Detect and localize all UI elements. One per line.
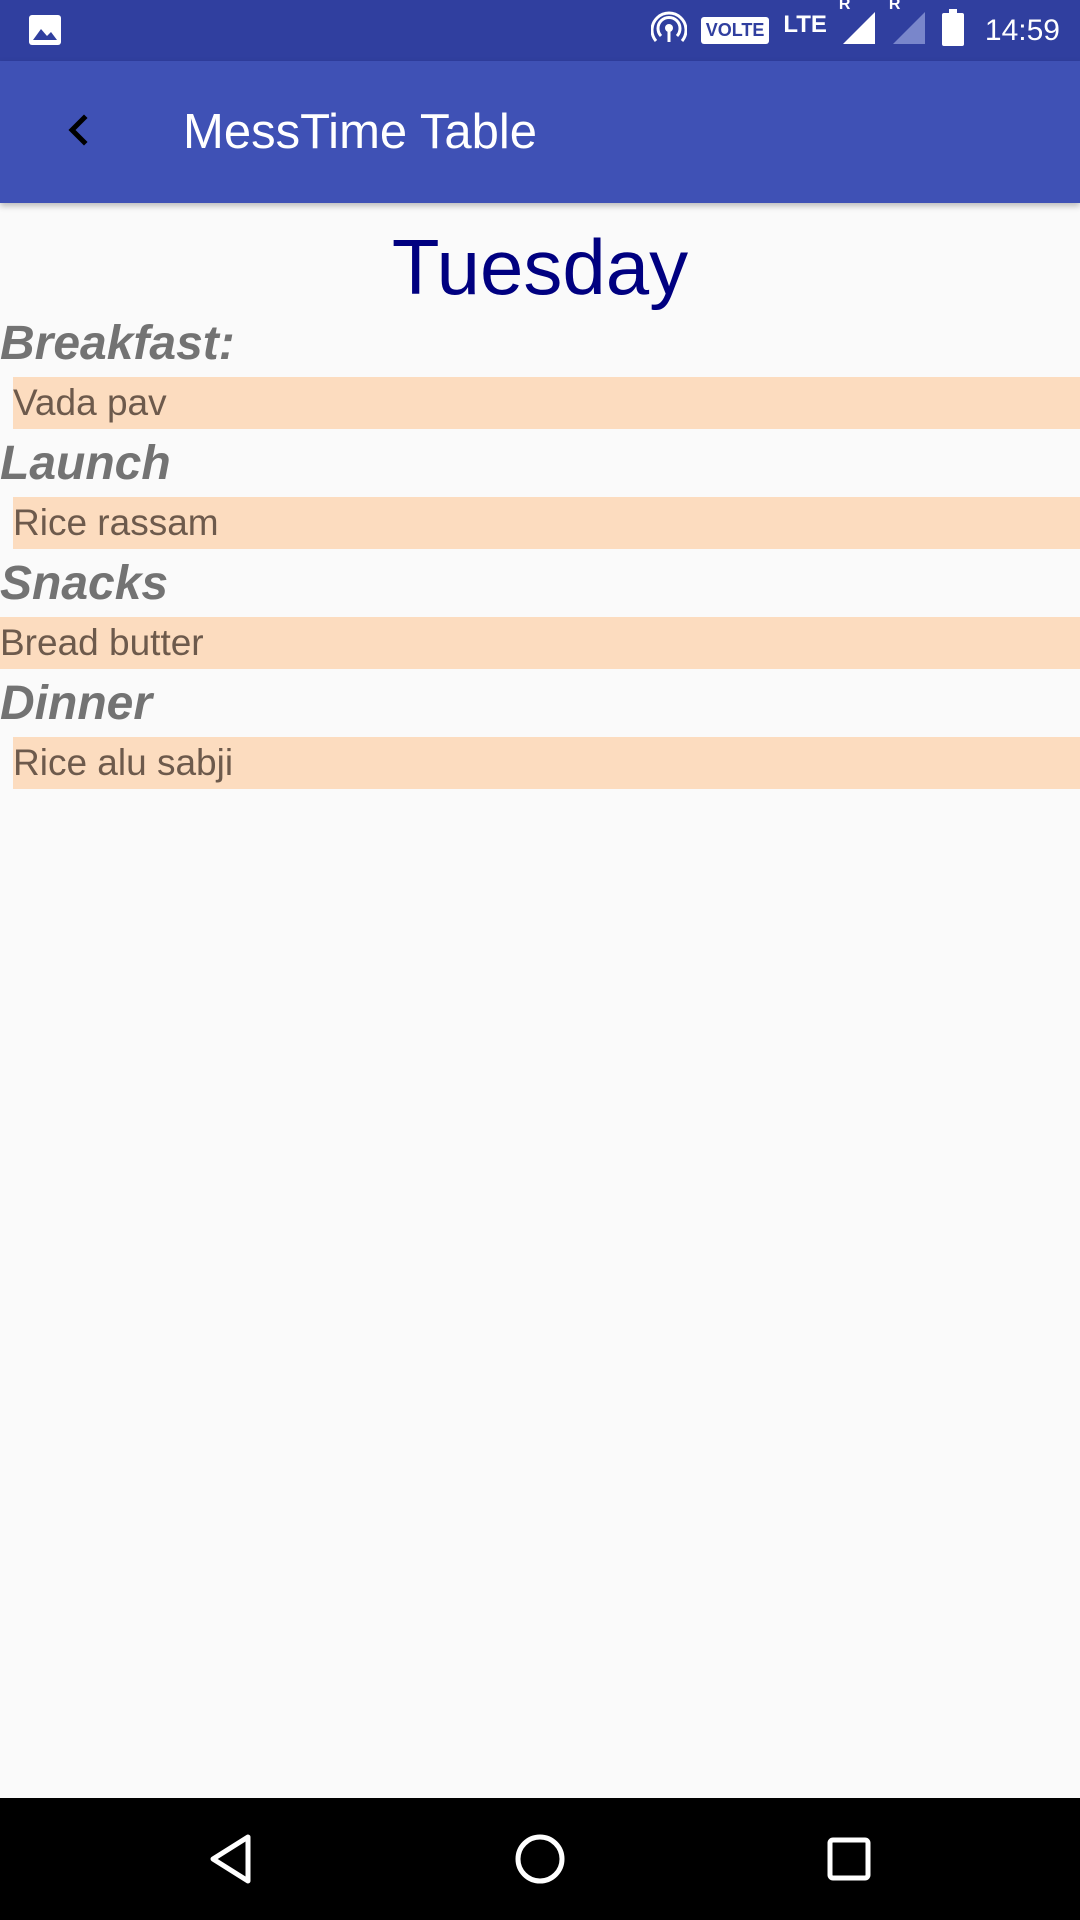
nav-back-button[interactable] (201, 1829, 261, 1889)
meal-label-breakfast: Breakfast: (0, 317, 235, 370)
meal-value-lunch: Rice rassam (13, 497, 1080, 549)
signal-icon-2: R (889, 0, 927, 51)
hotspot-icon (650, 10, 688, 51)
app-bar: MessTime Table (0, 61, 1080, 203)
nav-back-icon (210, 1834, 251, 1884)
nav-home-icon (515, 1834, 565, 1884)
meal-label-lunch: Launch (0, 437, 171, 490)
roaming-indicator-2: R (888, 0, 901, 13)
back-button[interactable] (44, 98, 112, 166)
nav-recents-button[interactable] (819, 1829, 879, 1889)
back-arrow-icon (58, 110, 98, 155)
network-type: LTE (783, 10, 827, 38)
status-bar: VOLTE LTE R R 14:59 (0, 0, 1080, 61)
navigation-bar (0, 1798, 1080, 1920)
day-title: Tuesday (391, 223, 689, 311)
volte-badge: VOLTE (700, 17, 770, 44)
nav-recents-icon (827, 1837, 871, 1881)
image-notification-icon (28, 14, 62, 51)
mess-timetable: Tuesday Breakfast: Vada pav Launch Rice … (0, 203, 1080, 795)
battery-icon (941, 9, 965, 52)
meal-value-breakfast: Vada pav (13, 377, 1080, 429)
signal-icon: R (839, 0, 877, 51)
app-title: MessTime Table (183, 105, 538, 159)
nav-home-button[interactable] (510, 1829, 570, 1889)
meal-label-dinner: Dinner (0, 677, 153, 730)
clock: 14:59 (984, 13, 1060, 47)
meal-value-snacks: Bread butter (0, 617, 1080, 669)
meal-value-dinner: Rice alu sabji (13, 737, 1080, 789)
roaming-indicator: R (838, 0, 851, 13)
meal-label-snacks: Snacks (0, 557, 169, 610)
